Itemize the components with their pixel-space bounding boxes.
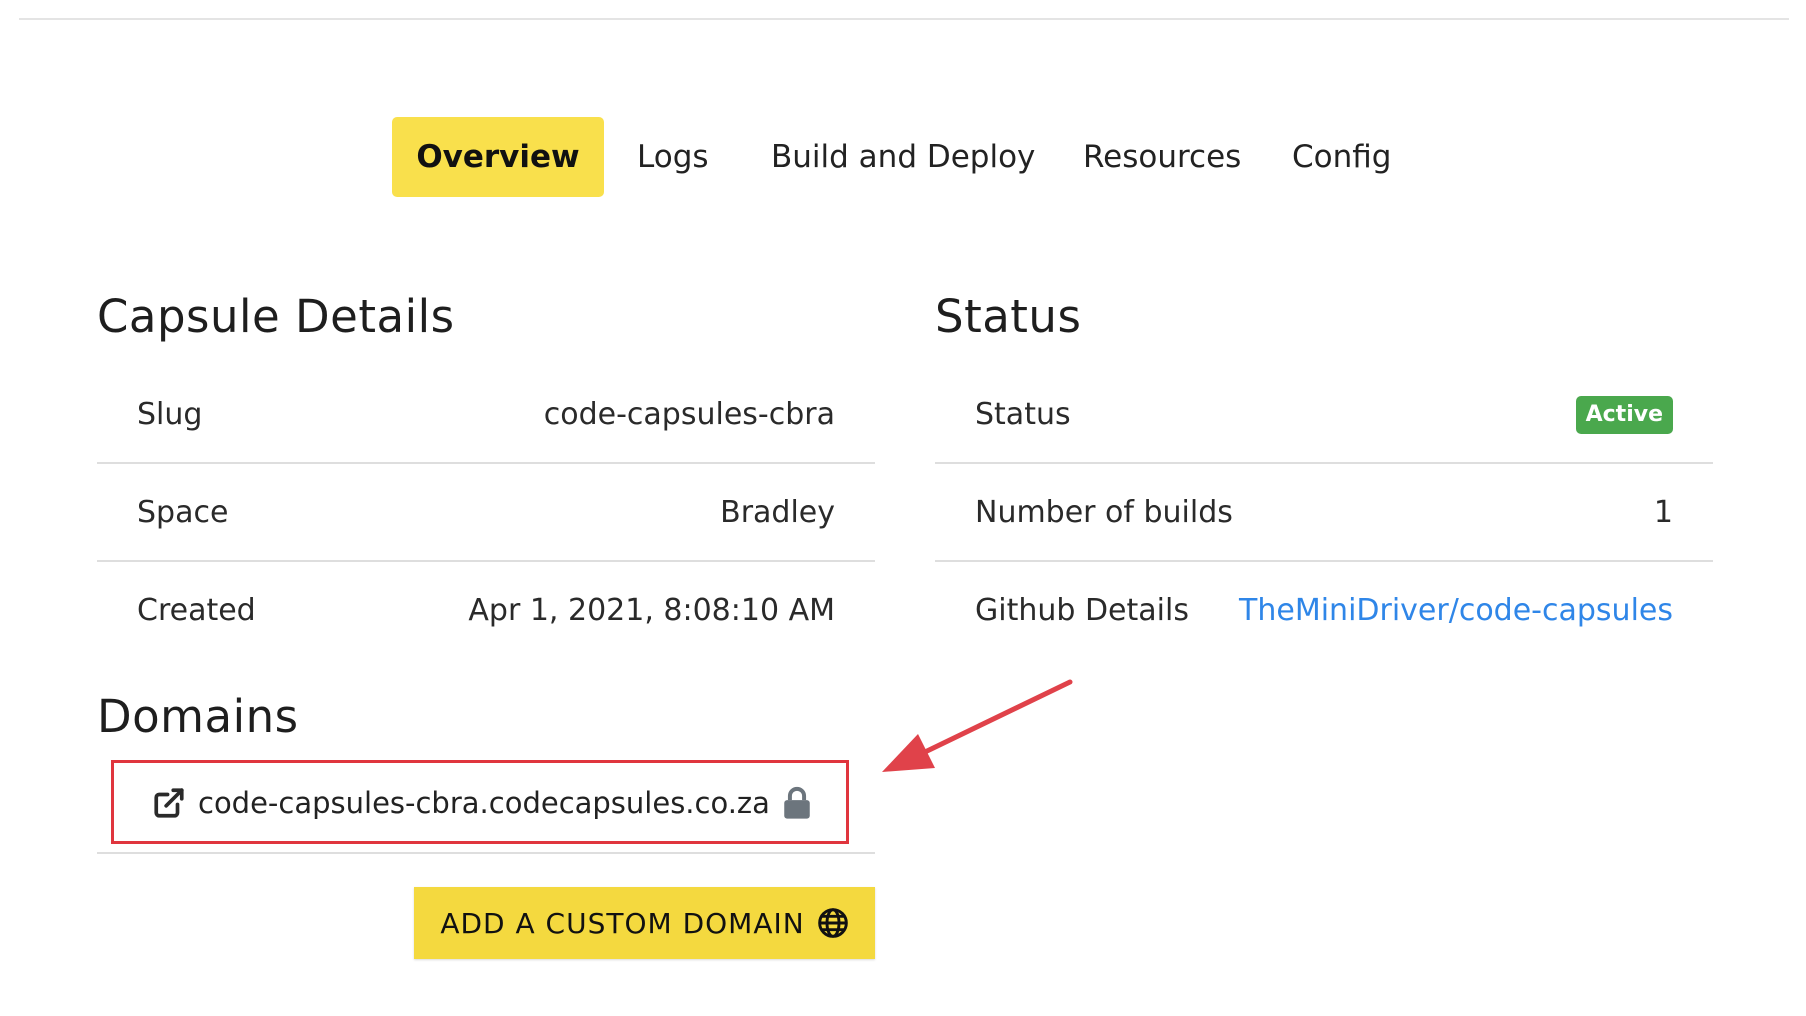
status-row-status: Status Active (935, 366, 1713, 464)
add-custom-domain-button[interactable]: ADD A CUSTOM DOMAIN (414, 887, 875, 959)
github-repo-link[interactable]: TheMiniDriver/code-capsules (1239, 562, 1673, 660)
capsule-details-table: Slug code-capsules-cbra Space Bradley Cr… (97, 366, 875, 660)
tab-overview[interactable]: Overview (392, 117, 604, 197)
top-divider (19, 18, 1789, 20)
detail-row-created: Created Apr 1, 2021, 8:08:10 AM (97, 562, 875, 660)
status-title: Status (935, 290, 1082, 343)
status-label: Number of builds (975, 495, 1233, 530)
capsule-tabs: Overview Logs Build and Deploy Resources… (0, 117, 1806, 197)
tab-resources[interactable]: Resources (1083, 117, 1241, 197)
detail-label: Slug (137, 397, 203, 432)
detail-label: Space (137, 495, 229, 530)
detail-value: Apr 1, 2021, 8:08:10 AM (468, 593, 835, 628)
status-label: Github Details (975, 593, 1189, 628)
capsule-details-title: Capsule Details (97, 290, 455, 343)
detail-label: Created (137, 593, 256, 628)
domains-divider (97, 852, 875, 854)
status-table: Status Active Number of builds 1 Github … (935, 366, 1713, 660)
detail-value: code-capsules-cbra (543, 397, 835, 432)
tab-build-and-deploy[interactable]: Build and Deploy (771, 117, 1035, 197)
external-link-icon (152, 786, 186, 820)
domain-name[interactable]: code-capsules-cbra.codecapsules.co.za (198, 786, 770, 820)
status-row-github: Github Details TheMiniDriver/code-capsul… (935, 562, 1713, 660)
domain-list-item[interactable]: code-capsules-cbra.codecapsules.co.za (152, 771, 812, 835)
detail-value: Bradley (720, 495, 835, 530)
status-row-builds: Number of builds 1 (935, 464, 1713, 562)
status-badge: Active (1575, 396, 1673, 434)
globe-icon (817, 907, 849, 939)
tab-logs[interactable]: Logs (637, 117, 709, 197)
detail-row-space: Space Bradley (97, 464, 875, 562)
builds-count: 1 (1653, 495, 1673, 530)
status-label: Status (975, 397, 1071, 432)
add-custom-domain-label: ADD A CUSTOM DOMAIN (440, 906, 805, 940)
detail-row-slug: Slug code-capsules-cbra (97, 366, 875, 464)
tab-config[interactable]: Config (1292, 117, 1391, 197)
domains-title: Domains (97, 690, 299, 743)
lock-icon (782, 786, 812, 820)
